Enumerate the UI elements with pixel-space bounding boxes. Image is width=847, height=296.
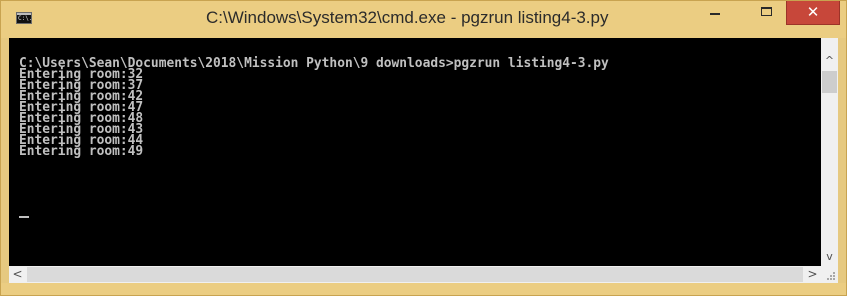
grip-dot xyxy=(833,272,835,274)
vertical-scrollbar[interactable]: ^ v xyxy=(821,38,838,266)
resize-grip-icon[interactable] xyxy=(821,266,838,283)
maximize-icon xyxy=(761,7,772,16)
text-cursor xyxy=(19,216,29,218)
minimize-button[interactable] xyxy=(701,1,729,23)
cmd-icon-text: C:\. xyxy=(18,15,33,22)
grip-dot xyxy=(833,275,835,277)
maximize-button[interactable] xyxy=(754,1,780,23)
horizontal-scroll-thumb[interactable] xyxy=(27,267,803,282)
grip-dot xyxy=(827,278,829,280)
title-bar[interactable]: C:\. C:\Windows\System32\cmd.exe - pgzru… xyxy=(1,1,846,38)
scroll-left-icon[interactable]: < xyxy=(9,266,26,283)
horizontal-scrollbar[interactable]: < > xyxy=(9,266,821,283)
console-line: Entering room:49 xyxy=(19,144,144,159)
grip-dot xyxy=(830,278,832,280)
grip-dot xyxy=(830,275,832,277)
window-title: C:\Windows\System32\cmd.exe - pgzrun lis… xyxy=(206,8,609,27)
cmd-icon[interactable]: C:\. xyxy=(16,12,32,24)
minimize-icon xyxy=(710,13,720,15)
vertical-scroll-thumb[interactable] xyxy=(822,71,837,93)
console-output[interactable]: C:\Users\Sean\Documents\2018\Mission Pyt… xyxy=(9,38,821,266)
scroll-up-icon[interactable]: ^ xyxy=(821,52,838,69)
window-frame-bottom[interactable] xyxy=(1,283,846,295)
close-button[interactable]: ✕ xyxy=(786,1,840,25)
scroll-down-icon[interactable]: v xyxy=(821,248,838,265)
grip-dot xyxy=(833,278,835,280)
console-lines: C:\Users\Sean\Documents\2018\Mission Pyt… xyxy=(19,57,609,159)
close-icon: ✕ xyxy=(806,3,820,21)
scroll-right-icon[interactable]: > xyxy=(804,266,821,283)
console-window: C:\. C:\Windows\System32\cmd.exe - pgzru… xyxy=(0,0,847,296)
